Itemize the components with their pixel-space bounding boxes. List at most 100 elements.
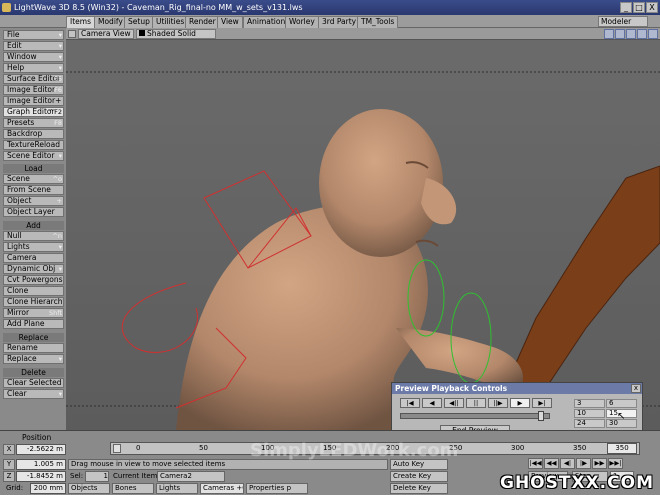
current-frame-field[interactable]: 350 <box>607 443 637 454</box>
play-button[interactable]: ▶ <box>510 398 530 408</box>
texture-reload-button[interactable]: TextureReload <box>3 140 64 150</box>
rename-button[interactable]: Rename <box>3 343 64 353</box>
scene-render[interactable] <box>66 28 660 430</box>
cameras-mode-button[interactable]: Cameras +C <box>200 483 244 494</box>
window-controls: _ □ X <box>620 2 658 13</box>
minimize-button[interactable]: _ <box>620 2 632 13</box>
fps-option[interactable]: 24 <box>574 419 605 428</box>
zoom-view-icon[interactable] <box>626 29 636 39</box>
viewport-maximize-icon[interactable] <box>68 30 76 38</box>
delete-section-header: Delete <box>3 368 64 377</box>
dropdown-arrow-icon: ▾ <box>58 53 62 61</box>
scene-editor-button[interactable]: Scene Editor ▾ <box>3 151 64 161</box>
objects-mode-button[interactable]: Objects <box>68 483 110 494</box>
maximize-view-icon[interactable] <box>637 29 647 39</box>
preview-scrub-slider[interactable] <box>400 411 550 421</box>
first-key-button[interactable]: |◀◀ <box>528 458 543 469</box>
load-from-scene-button[interactable]: From Scene <box>3 185 64 195</box>
tab-items[interactable]: Items <box>66 16 95 28</box>
rotate-view-icon[interactable] <box>615 29 625 39</box>
step-back-button[interactable]: ◀|| <box>444 398 464 408</box>
slider-thumb[interactable] <box>537 411 544 421</box>
prev-key-button[interactable]: ◀◀ <box>544 458 559 469</box>
close-button[interactable]: X <box>646 2 658 13</box>
tab-render[interactable]: Render <box>185 16 220 28</box>
y-axis-toggle[interactable]: Y <box>3 459 15 470</box>
image-editor-plus-button[interactable]: Image Editor+ <box>3 96 64 106</box>
load-scene-button[interactable]: Scene ^o <box>3 174 64 184</box>
play-forward-button[interactable]: |▶ <box>576 458 591 469</box>
tab-bar: Items Modify Setup Utilities Render View… <box>0 15 660 28</box>
modeler-switch-button[interactable]: Modeler <box>598 16 648 27</box>
timeline-start-marker[interactable] <box>113 444 121 453</box>
clone-hierarchy-button[interactable]: Clone Hierarchy <box>3 297 64 307</box>
z-position-field[interactable]: -1.8452 m <box>16 471 66 482</box>
tab-3rd-party[interactable]: 3rd Party <box>318 16 361 28</box>
load-object-layer-button[interactable]: Object Layer <box>3 207 64 217</box>
load-object-button[interactable]: Object + <box>3 196 64 206</box>
y-position-field[interactable]: 1.005 m <box>16 459 66 470</box>
play-reverse-button[interactable]: ◀ <box>422 398 442 408</box>
shading-mode-dropdown[interactable]: Shaded Solid <box>136 29 216 39</box>
add-lights-menu[interactable]: Lights ▾ <box>3 242 64 252</box>
fps-option[interactable]: 6 <box>606 399 637 408</box>
mouse-cursor-icon: ↖ <box>617 411 626 422</box>
z-axis-toggle[interactable]: Z <box>3 471 15 482</box>
go-to-end-button[interactable]: ▶| <box>532 398 552 408</box>
move-view-icon[interactable] <box>604 29 614 39</box>
graph-editor-button[interactable]: Graph Editor ^F2 <box>3 107 64 117</box>
mirror-button[interactable]: Mirror Shft <box>3 308 64 318</box>
button-label: Clear Selected <box>7 378 62 387</box>
lightwave-app-icon <box>2 3 11 12</box>
clear-selected-button[interactable]: Clear Selected <box>3 378 64 388</box>
edit-menu[interactable]: Edit ▾ <box>3 41 64 51</box>
clear-menu[interactable]: Clear ▾ <box>3 389 64 399</box>
bones-mode-button[interactable]: Bones <box>112 483 154 494</box>
tab-animation[interactable]: Animation <box>243 16 290 28</box>
add-dynamic-obj-menu[interactable]: Dynamic Obj ▾ <box>3 264 64 274</box>
help-menu[interactable]: Help ▾ <box>3 63 64 73</box>
fps-option[interactable]: 3 <box>574 399 605 408</box>
surface-editor-button[interactable]: Surface Editor F5 <box>3 74 64 84</box>
window-menu[interactable]: Window ▾ <box>3 52 64 62</box>
x-position-field[interactable]: -2.5622 m <box>16 444 66 455</box>
add-plane-button[interactable]: Add Plane <box>3 319 64 329</box>
tab-view[interactable]: View <box>217 16 243 28</box>
tab-modify[interactable]: Modify <box>94 16 127 28</box>
properties-shortcut: p <box>286 484 292 492</box>
current-item-dropdown[interactable]: Camera2 <box>157 471 225 482</box>
play-backward-button[interactable]: ◀| <box>560 458 575 469</box>
last-key-button[interactable]: ▶▶| <box>608 458 623 469</box>
maximize-button[interactable]: □ <box>633 2 645 13</box>
x-axis-toggle[interactable]: X <box>3 444 15 455</box>
add-null-button[interactable]: Null ^n <box>3 231 64 241</box>
create-key-button[interactable]: Create Key <box>390 471 448 482</box>
properties-button[interactable]: Properties p <box>246 483 308 494</box>
tab-worley[interactable]: Worley <box>285 16 319 28</box>
go-to-start-button[interactable]: |◀ <box>400 398 420 408</box>
file-menu[interactable]: File ▾ <box>3 30 64 40</box>
fps-option[interactable]: 10 <box>574 409 605 418</box>
center-view-icon[interactable] <box>648 29 658 39</box>
button-label: Mirror <box>7 308 30 317</box>
view-mode-dropdown[interactable]: Camera View <box>78 29 134 39</box>
add-camera-button[interactable]: Camera <box>3 253 64 263</box>
replace-menu[interactable]: Replace ▾ <box>3 354 64 364</box>
lights-mode-button[interactable]: Lights <box>156 483 198 494</box>
camera-viewport[interactable]: Camera View Shaded Solid <box>66 28 660 430</box>
tab-utilities[interactable]: Utilities <box>152 16 189 28</box>
step-forward-button[interactable]: ||▶ <box>488 398 508 408</box>
preview-close-button[interactable]: x <box>631 384 641 393</box>
next-key-button[interactable]: ▶▶ <box>592 458 607 469</box>
pause-button[interactable]: || <box>466 398 486 408</box>
presets-button[interactable]: Presets F8 <box>3 118 64 128</box>
delete-key-button[interactable]: Delete Key <box>390 483 448 494</box>
cvt-powergons-button[interactable]: Cvt Powergons <box>3 275 64 285</box>
backdrop-button[interactable]: Backdrop <box>3 129 64 139</box>
clone-button[interactable]: Clone <box>3 286 64 296</box>
image-editor-button[interactable]: Image Editor F6 <box>3 85 64 95</box>
tab-tm-tools[interactable]: TM_Tools <box>357 16 399 28</box>
dropdown-arrow-icon: ▾ <box>58 243 62 251</box>
tab-setup[interactable]: Setup <box>124 16 154 28</box>
cameras-shortcut: +C <box>236 484 243 492</box>
